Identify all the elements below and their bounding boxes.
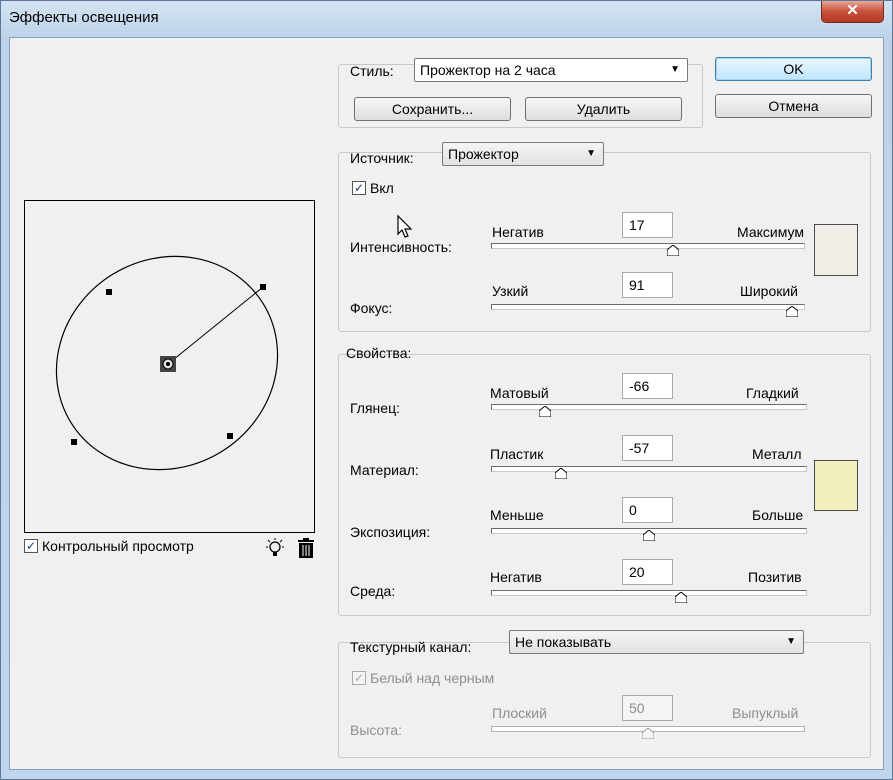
mouse-cursor-icon <box>397 214 413 238</box>
light-type-dropdown[interactable]: Прожектор ▼ <box>442 142 604 166</box>
white-high-label: Белый над черным <box>370 670 495 686</box>
exposure-value[interactable]: 0 <box>622 497 673 523</box>
light-color-swatch[interactable] <box>814 224 858 276</box>
ok-button[interactable]: OK <box>715 57 872 81</box>
chevron-down-icon: ▼ <box>786 636 796 647</box>
ambience-slider-track[interactable] <box>491 590 807 596</box>
light-on-label: Вкл <box>370 180 394 196</box>
lighting-effects-dialog: Эффекты освещения ✕ ✓ Контрольный просмо… <box>0 0 893 780</box>
intensity-slider-track[interactable] <box>491 243 805 249</box>
focus-slider-thumb[interactable] <box>786 306 799 317</box>
gloss-max-label: Гладкий <box>746 385 799 401</box>
chevron-down-icon: ▼ <box>586 148 596 159</box>
height-value[interactable]: 50 <box>622 695 673 721</box>
focus-max-label: Широкий <box>740 283 798 299</box>
texture-group <box>338 642 871 758</box>
preview-checkbox-label: Контрольный просмотр <box>42 538 194 554</box>
chevron-down-icon: ▼ <box>670 64 680 75</box>
gloss-slider-thumb[interactable] <box>538 406 551 417</box>
ambience-label: Среда: <box>350 583 396 599</box>
intensity-value[interactable]: 17 <box>622 212 673 238</box>
exposure-label: Экспозиция: <box>350 524 431 540</box>
ellipse-handle-top-left[interactable] <box>106 289 112 295</box>
intensity-min-label: Негатив <box>492 224 544 240</box>
style-dropdown[interactable]: Прожектор на 2 часа ▼ <box>414 58 688 82</box>
light-ellipse-diagram[interactable] <box>25 201 314 532</box>
delete-style-button[interactable]: Удалить <box>525 97 682 121</box>
ellipse-handle-bottom-right[interactable] <box>227 433 233 439</box>
gloss-min-label: Матовый <box>490 385 549 401</box>
material-max-label: Металл <box>752 446 802 462</box>
focus-value[interactable]: 91 <box>622 272 673 298</box>
ambience-slider-thumb[interactable] <box>674 592 687 603</box>
cancel-button[interactable]: Отмена <box>715 94 872 118</box>
intensity-label: Интенсивность: <box>350 239 452 255</box>
window-title: Эффекты освещения <box>9 9 159 26</box>
texture-channel-value: Не показывать <box>515 634 612 650</box>
close-button[interactable]: ✕ <box>821 1 884 23</box>
light-type-value: Прожектор <box>448 146 519 162</box>
preview-canvas[interactable] <box>24 200 315 533</box>
intensity-max-label: Максимум <box>737 224 804 240</box>
material-label: Материал: <box>350 462 419 478</box>
ambience-value[interactable]: 20 <box>622 559 673 585</box>
white-high-checkbox[interactable]: ✓ <box>352 671 366 685</box>
material-value[interactable]: -57 <box>622 435 673 461</box>
light-bulb-icon[interactable] <box>264 537 286 563</box>
exposure-max-label: Больше <box>752 507 804 523</box>
dialog-body: ✓ Контрольный просмотр Стиль: Прожектор … <box>9 37 884 770</box>
focus-label: Фокус: <box>350 300 393 316</box>
preview-checkbox[interactable]: ✓ <box>24 539 38 553</box>
intensity-slider-thumb[interactable] <box>667 245 680 256</box>
material-min-label: Пластик <box>490 446 544 462</box>
texture-channel-label: Текстурный канал: <box>350 639 472 655</box>
height-slider-thumb[interactable] <box>642 728 654 739</box>
save-style-button[interactable]: Сохранить... <box>354 97 511 121</box>
height-label: Высота: <box>350 722 402 738</box>
ellipse-handle-top-right[interactable] <box>260 284 266 290</box>
ambient-color-swatch[interactable] <box>814 460 858 511</box>
light-on-checkbox[interactable]: ✓ <box>352 181 366 195</box>
properties-label: Свойства: <box>346 345 412 361</box>
trash-icon[interactable] <box>296 537 316 563</box>
exposure-min-label: Меньше <box>490 507 544 523</box>
gloss-value[interactable]: -66 <box>622 373 673 399</box>
height-max-label: Выпуклый <box>732 705 799 721</box>
light-on-checkbox-row[interactable]: ✓ Вкл <box>352 180 394 196</box>
light-direction-line <box>167 286 264 365</box>
height-min-label: Плоский <box>492 705 547 721</box>
preview-checkbox-row[interactable]: ✓ Контрольный просмотр <box>24 538 194 554</box>
gloss-label: Глянец: <box>350 400 400 416</box>
title-bar[interactable]: Эффекты освещения ✕ <box>1 1 892 35</box>
focus-slider-track[interactable] <box>491 304 805 310</box>
white-high-checkbox-row[interactable]: ✓ Белый над черным <box>352 670 494 686</box>
texture-channel-dropdown[interactable]: Не показывать ▼ <box>509 630 804 654</box>
material-slider-track[interactable] <box>491 466 807 472</box>
style-value: Прожектор на 2 часа <box>420 62 556 78</box>
ambience-min-label: Негатив <box>490 569 542 585</box>
source-label: Источник: <box>350 150 414 166</box>
ambience-max-label: Позитив <box>748 569 802 585</box>
exposure-slider-thumb[interactable] <box>643 530 655 541</box>
ellipse-handle-bottom-left[interactable] <box>71 439 77 445</box>
material-slider-thumb[interactable] <box>554 468 567 479</box>
focus-min-label: Узкий <box>492 283 529 299</box>
style-label: Стиль: <box>350 63 394 79</box>
light-center-handle[interactable] <box>160 356 176 372</box>
